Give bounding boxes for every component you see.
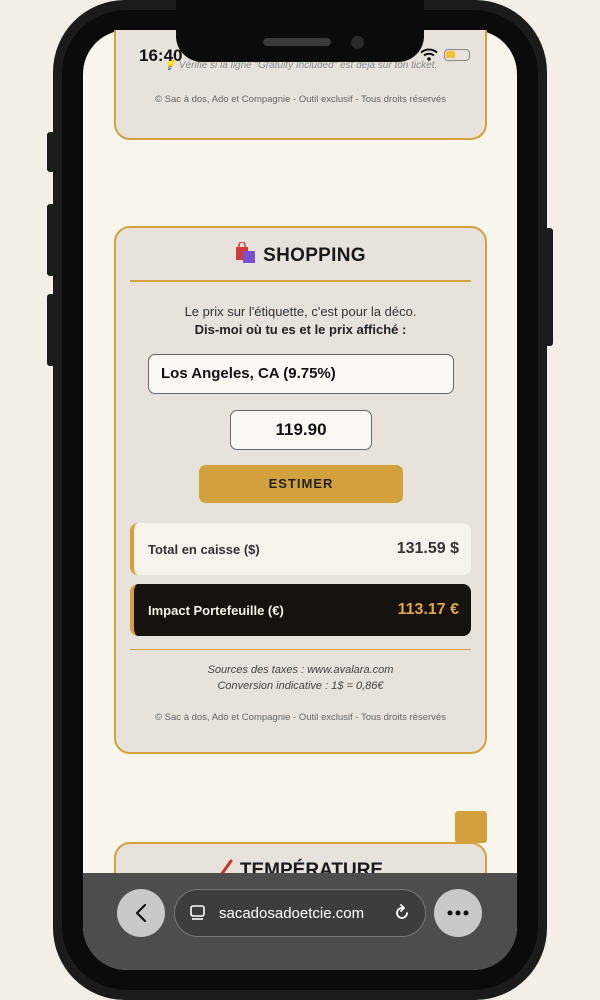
- notch: [176, 0, 424, 62]
- url-text: sacadosadoetcie.com: [219, 904, 365, 922]
- shopping-footer: © Sac à dos, Ado et Compagnie - Outil ex…: [155, 712, 446, 723]
- volume-up-button: [47, 204, 55, 276]
- speaker: [263, 38, 331, 46]
- sources-line-1: Sources des taxes : www.avalara.com: [207, 664, 394, 676]
- mute-switch: [47, 132, 55, 172]
- impact-row: Impact Portefeuille (€) 113.17 €: [130, 584, 471, 636]
- total-row: Total en caisse ($) 131.59 $: [130, 523, 471, 575]
- browser-toolbar: sacadosadoetcie.com: [83, 873, 517, 970]
- status-icons: [420, 48, 470, 61]
- power-button: [545, 228, 553, 346]
- title-divider: [130, 280, 471, 282]
- sources-divider: [130, 649, 471, 650]
- intro-line-2: Dis-moi où tu es et le prix affiché :: [194, 322, 407, 337]
- shopping-title-row: SHOPPING: [116, 241, 485, 270]
- city-select[interactable]: Los Angeles, CA (9.75%): [148, 354, 454, 394]
- shopping-card: SHOPPING Le prix sur l'étiquette, c'est …: [114, 226, 487, 754]
- shopping-bags-icon: [235, 241, 257, 270]
- wifi-icon: [420, 48, 438, 61]
- more-button[interactable]: [434, 889, 482, 937]
- status-time: 16:40: [139, 46, 183, 65]
- more-dots-icon: [447, 910, 469, 916]
- volume-down-button: [47, 294, 55, 366]
- impact-value: 113.17 €: [397, 601, 459, 618]
- intro-line-1: Le prix sur l'étiquette, c'est pour la d…: [184, 304, 417, 319]
- estimate-button[interactable]: ESTIMER: [199, 465, 403, 503]
- back-button[interactable]: [117, 889, 165, 937]
- total-label: Total en caisse ($): [148, 541, 260, 557]
- sources-line-2: Conversion indicative : 1$ = 0,86€: [217, 680, 384, 692]
- reload-icon[interactable]: [393, 904, 411, 922]
- sources-block: Sources des taxes : www.avalara.com Conv…: [116, 662, 485, 694]
- total-value: 131.59 $: [396, 540, 459, 557]
- tabs-icon: [190, 905, 205, 920]
- front-camera: [351, 36, 364, 49]
- shopping-title: SHOPPING: [263, 245, 366, 266]
- scroll-to-top-button[interactable]: [455, 811, 487, 843]
- battery-icon: [444, 48, 470, 61]
- address-bar[interactable]: sacadosadoetcie.com: [174, 889, 426, 937]
- price-input[interactable]: 119.90: [230, 410, 372, 450]
- chevron-left-icon: [135, 903, 147, 923]
- previous-card-footer: © Sac à dos, Ado et Compagnie - Outil ex…: [155, 94, 446, 105]
- impact-label: Impact Portefeuille (€): [148, 602, 284, 618]
